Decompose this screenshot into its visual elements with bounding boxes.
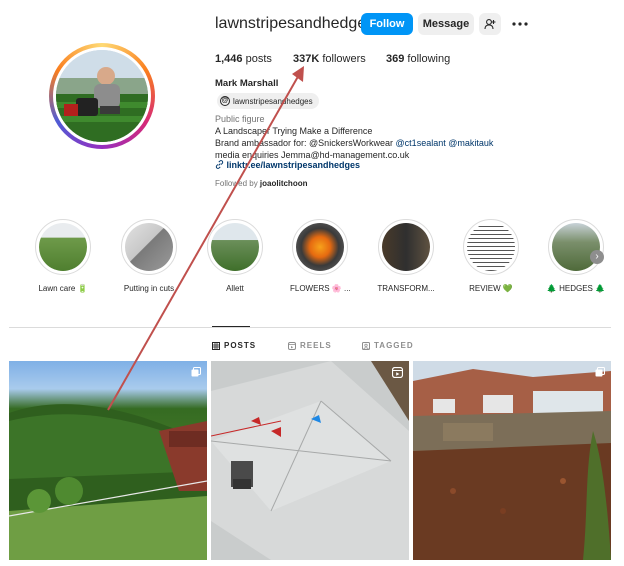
followers-count: 337K xyxy=(293,53,320,65)
reels-icon xyxy=(288,341,296,350)
highlight-allett[interactable]: Allett xyxy=(205,219,265,293)
add-person-icon xyxy=(484,19,496,30)
grid-icon xyxy=(212,341,220,350)
bio-line-1: A Landscaper Trying Make a Difference xyxy=(215,126,373,136)
tab-tagged[interactable]: TAGGED xyxy=(362,341,414,350)
follow-button[interactable]: Follow xyxy=(361,13,413,35)
bio-mention-makitauk[interactable]: @makitauk xyxy=(448,138,493,148)
tabs-divider xyxy=(9,327,611,328)
highlight-label: 🌲 HEDGES 🌲 xyxy=(546,284,606,293)
following-label: following xyxy=(407,53,451,65)
profile-avatar[interactable] xyxy=(49,43,155,149)
link-icon xyxy=(215,160,224,169)
bio-line-3: media enquiries Jemma@hd-management.co.u… xyxy=(215,150,410,160)
posts-label: posts xyxy=(245,53,272,65)
highlights-next-button[interactable]: › xyxy=(590,250,604,264)
tab-reels[interactable]: REELS xyxy=(288,341,332,350)
highlight-cover xyxy=(39,223,87,271)
highlight-flowers[interactable]: FLOWERS 🌸 ... xyxy=(290,219,351,293)
tab-posts[interactable]: POSTS xyxy=(212,341,256,350)
highlight-cover xyxy=(382,223,430,271)
bio-line-2: Brand ambassador for: @SnickersWorkwear … xyxy=(215,138,493,148)
highlight-label: Lawn care 🔋 xyxy=(38,284,88,293)
post-thumbnail-patio[interactable] xyxy=(211,361,409,560)
reel-badge-icon xyxy=(392,367,403,378)
highlight-putting-in-cuts[interactable]: Putting in cuts xyxy=(119,219,179,293)
followed-by-user: joaolitchoon xyxy=(259,179,308,188)
more-icon xyxy=(512,22,528,26)
profile-full-name: Mark Marshall xyxy=(215,78,279,89)
post-thumbnail-hedge[interactable] xyxy=(9,361,207,560)
followed-by[interactable]: Followed by joaolitchoon xyxy=(215,179,307,188)
highlight-cover xyxy=(211,223,259,271)
highlight-cover xyxy=(467,223,515,271)
multi-post-icon xyxy=(191,367,201,377)
chevron-right-icon: › xyxy=(595,251,599,262)
highlight-review[interactable]: REVIEW 💚 xyxy=(461,219,521,293)
profile-username: lawnstripesandhedges xyxy=(215,15,375,32)
highlight-cover xyxy=(296,223,344,271)
posts-count: 1,446 xyxy=(215,53,243,65)
bio-line-2-text: Brand ambassador for: @SnickersWorkwear xyxy=(215,138,396,148)
threads-handle: lawnstripesandhedges xyxy=(233,96,313,106)
post-thumbnail-garden[interactable] xyxy=(413,361,611,560)
posts-stat: 1,446 posts xyxy=(215,53,272,65)
followers-label: followers xyxy=(322,53,366,65)
profile-link[interactable]: linktr.ee/lawnstripesandhedges xyxy=(215,160,360,170)
bio-mention-ct1sealant[interactable]: @ct1sealant xyxy=(396,138,446,148)
highlight-cover xyxy=(125,223,173,271)
highlight-transformations[interactable]: TRANSFORM... xyxy=(376,219,436,293)
highlight-label: Putting in cuts xyxy=(123,284,175,293)
following-count: 369 xyxy=(386,53,405,65)
message-button[interactable]: Message xyxy=(418,13,474,35)
active-tab-indicator xyxy=(212,326,250,327)
more-options-button[interactable] xyxy=(510,13,530,35)
tab-tagged-label: TAGGED xyxy=(374,341,414,350)
followers-stat[interactable]: 337K followers xyxy=(293,53,366,65)
highlight-cover xyxy=(552,223,600,271)
highlight-label: Allett xyxy=(226,284,244,293)
followed-by-prefix: Followed by xyxy=(215,179,258,188)
multi-post-icon xyxy=(595,367,605,377)
tab-posts-label: POSTS xyxy=(224,341,257,350)
profile-link-text: linktr.ee/lawnstripesandhedges xyxy=(226,160,361,170)
highlight-label: FLOWERS 🌸 ... xyxy=(290,284,351,293)
following-stat[interactable]: 369 following xyxy=(386,53,450,65)
highlight-label: TRANSFORM... xyxy=(377,284,435,293)
profile-category: Public figure xyxy=(215,114,265,124)
threads-icon: @ xyxy=(220,96,230,106)
highlight-label: REVIEW 💚 xyxy=(469,284,513,293)
suggested-accounts-button[interactable] xyxy=(479,13,501,35)
tagged-icon xyxy=(362,341,370,350)
threads-badge[interactable]: @ lawnstripesandhedges xyxy=(217,93,319,109)
highlight-lawn-care[interactable]: Lawn care 🔋 xyxy=(33,219,93,293)
tab-reels-label: REELS xyxy=(300,341,332,350)
